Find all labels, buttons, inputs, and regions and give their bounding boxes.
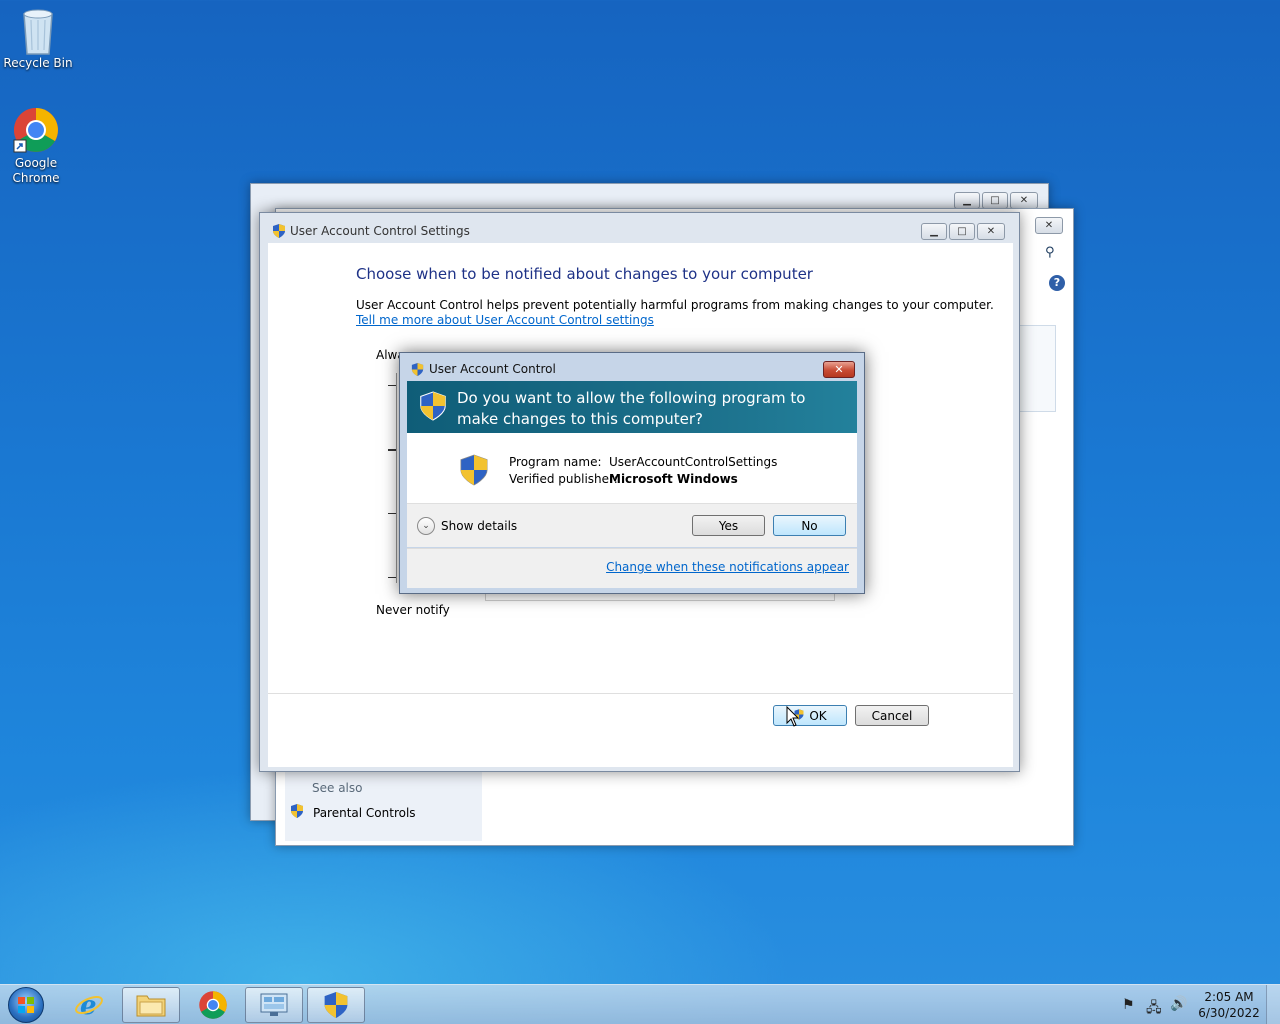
recycle-bin-label: Recycle Bin <box>3 56 73 70</box>
show-details-toggle[interactable]: ⌄ Show details <box>417 517 517 535</box>
chrome-icon <box>199 991 227 1019</box>
taskbar-uac-prompt[interactable] <box>307 987 365 1023</box>
taskbar: e ⚑ 🖧 🔊 2:05 AM 6/30/2022 <box>0 984 1280 1024</box>
ok-button[interactable]: OK <box>773 705 847 726</box>
side-panel <box>1016 325 1056 412</box>
taskbar-internet-explorer[interactable]: e <box>60 987 118 1023</box>
google-chrome-shortcut[interactable]: Google Chrome <box>0 106 74 186</box>
action-center-flag-icon[interactable]: ⚑ <box>1122 997 1135 1013</box>
chrome-label-line1: Google <box>14 156 58 170</box>
uac-prompt-dialog[interactable]: User Account Control ✕ Do you want to al… <box>399 352 865 594</box>
mouse-cursor-icon <box>786 706 800 727</box>
clock-date: 6/30/2022 <box>1198 1006 1260 1020</box>
window-title: User Account Control Settings <box>290 224 470 238</box>
taskbar-google-chrome[interactable] <box>184 987 242 1023</box>
clock-time: 2:05 AM <box>1204 990 1254 1004</box>
control-panel-icon <box>260 993 288 1016</box>
see-also-heading: See also <box>312 781 363 795</box>
slider-tick <box>388 513 396 514</box>
dialog-actions: ⌄ Show details Yes No <box>407 503 857 547</box>
shield-icon <box>410 362 425 380</box>
volume-icon[interactable]: 🔊 <box>1170 996 1187 1012</box>
question-banner: Do you want to allow the following progr… <box>407 381 857 433</box>
chrome-label-line2: Chrome <box>12 171 60 185</box>
close-icon[interactable]: ✕ <box>1010 192 1038 209</box>
shield-icon <box>324 992 348 1018</box>
help-icon[interactable]: ? <box>1049 275 1065 291</box>
program-info: Program name: UserAccountControlSettings… <box>407 433 857 503</box>
program-name-value: UserAccountControlSettings <box>609 455 778 469</box>
network-icon[interactable]: 🖧 <box>1146 997 1162 1021</box>
no-button[interactable]: No <box>773 515 846 536</box>
publisher-value: Microsoft Windows <box>609 472 738 486</box>
shield-icon <box>419 390 447 425</box>
recycle-bin-icon <box>14 6 62 55</box>
maximize-icon[interactable]: □ <box>982 192 1008 209</box>
description: User Account Control helps prevent poten… <box>356 298 994 327</box>
slider-bottom-label: Never notify <box>376 603 450 617</box>
svg-text:e: e <box>80 991 97 1020</box>
close-button[interactable]: ✕ <box>823 361 855 378</box>
slider-tick <box>388 577 396 578</box>
shield-icon <box>289 803 305 822</box>
chevron-down-icon: ⌄ <box>417 517 435 535</box>
start-button[interactable] <box>8 987 44 1023</box>
program-name-label: Program name: <box>509 455 602 469</box>
taskbar-file-explorer[interactable] <box>122 987 180 1023</box>
show-desktop-button[interactable] <box>1266 985 1280 1024</box>
close-icon[interactable]: ✕ <box>1035 217 1063 234</box>
search-icon[interactable]: ⚲ <box>1045 245 1063 263</box>
slider-tick <box>388 449 396 451</box>
publisher-label: Verified publisher: <box>509 472 618 486</box>
internet-explorer-icon: e <box>75 991 103 1020</box>
minimize-icon[interactable]: ▁ <box>921 223 947 240</box>
slider-tick <box>388 385 396 386</box>
program-shield-icon <box>459 453 489 490</box>
cancel-button[interactable]: Cancel <box>855 705 929 726</box>
chrome-icon <box>12 106 60 154</box>
close-icon: ✕ <box>834 363 844 376</box>
dialog-title: User Account Control <box>429 362 556 376</box>
system-clock[interactable]: 2:05 AM 6/30/2022 <box>1194 989 1264 1021</box>
recycle-bin-shortcut[interactable]: Recycle Bin <box>0 6 76 71</box>
taskbar-control-panel[interactable] <box>245 987 303 1023</box>
shield-icon <box>271 223 287 242</box>
see-also-panel: See also Parental Controls <box>285 771 482 841</box>
change-notifications-link[interactable]: Change when these notifications appear <box>606 560 849 574</box>
windows-logo-icon <box>18 997 34 1013</box>
page-heading: Choose when to be notified about changes… <box>356 265 813 283</box>
dialog-footer: Change when these notifications appear <box>407 548 857 588</box>
close-icon[interactable]: ✕ <box>977 223 1005 240</box>
maximize-icon[interactable]: □ <box>949 223 975 240</box>
learn-more-link[interactable]: Tell me more about User Account Control … <box>356 313 994 327</box>
folder-icon <box>136 995 166 1017</box>
footer-divider <box>268 693 1013 694</box>
question-text: Do you want to allow the following progr… <box>457 389 806 428</box>
description-text: User Account Control helps prevent poten… <box>356 298 994 312</box>
yes-button[interactable]: Yes <box>692 515 765 536</box>
minimize-icon[interactable]: ▁ <box>954 192 980 209</box>
parental-controls-link[interactable]: Parental Controls <box>289 803 416 822</box>
